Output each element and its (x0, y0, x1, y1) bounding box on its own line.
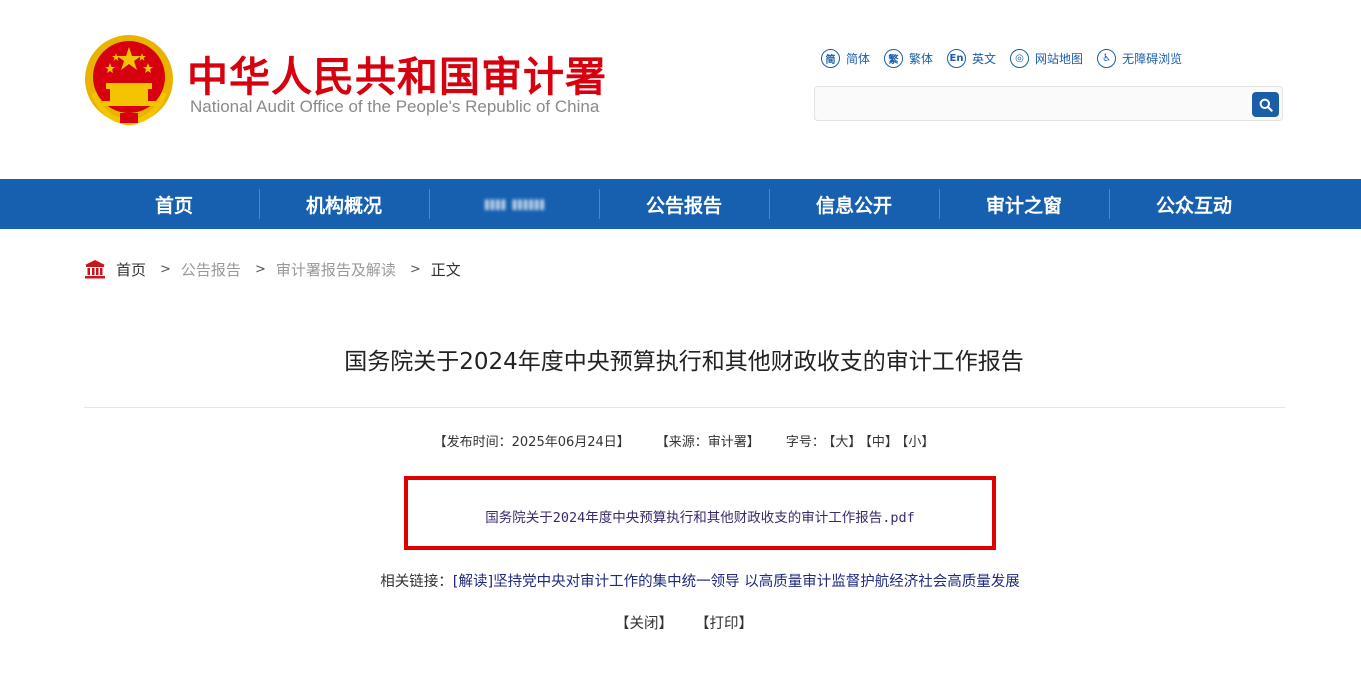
english-icon: En (947, 48, 967, 68)
nav-item-label: 公告报告 (645, 194, 722, 217)
breadcrumb-separator: > (409, 261, 421, 277)
font-size-medium-button[interactable]: 【中】 (865, 435, 898, 450)
nav-item-label: 信息公开 (815, 194, 892, 217)
related-link-interpretation[interactable]: [解读]坚持党中央对审计工作的集中统一领导 以高质量审计监督护航经济社会高质量发… (453, 574, 1020, 590)
top-link-simplified[interactable]: 简 简体 (821, 48, 871, 68)
title-divider (84, 407, 1285, 408)
article-actions: 【关闭】 【打印】 (0, 612, 1361, 633)
search-input[interactable] (815, 87, 1245, 120)
related-label: 相关链接： (380, 574, 453, 590)
article-meta: 【发布时间：2025年06月24日】 【来源：审计署】 字号： 【大】 【中】 【小】 (0, 431, 1361, 450)
close-button[interactable]: 【关闭】 (615, 616, 673, 632)
traditional-chinese-icon: 繁 (884, 48, 904, 68)
related-links: 相关链接：[解读]坚持党中央对审计工作的集中统一领导 以高质量审计监督护航经济社… (0, 570, 1361, 591)
font-size-large-button[interactable]: 【大】 (829, 435, 862, 450)
font-size-label: 字号： (785, 435, 825, 450)
nav-items: 首页 机构概况 ıııı ıııııı 公告报告 信息公开 审计之窗 公众互动 (89, 179, 1279, 229)
top-link-sitemap[interactable]: ◎ 网站地图 (1010, 48, 1084, 68)
pdf-attachment-link[interactable]: 国务院关于2024年度中央预算执行和其他财政收支的审计工作报告.pdf (404, 506, 996, 526)
breadcrumb-announcements[interactable]: 公告报告 (181, 259, 241, 280)
top-links: 简 简体 繁 繁体 En 英文 ◎ 网站地图 ♿ 无障碍浏览 (821, 48, 1196, 68)
nav-item-announcements[interactable]: 公告报告 (599, 179, 769, 229)
article-title: 国务院关于2024年度中央预算执行和其他财政收支的审计工作报告 (344, 349, 1024, 375)
top-link-traditional[interactable]: 繁 繁体 (884, 48, 934, 68)
site-subtitle: National Audit Office of the People's Re… (190, 97, 600, 116)
font-size-small-button[interactable]: 【小】 (902, 435, 935, 450)
site-title: 中华人民共和国审计署 (187, 53, 607, 101)
nav-item-obscured[interactable]: ıııı ıııııı (429, 179, 599, 229)
top-link-label: 网站地图 (1035, 51, 1084, 66)
sitemap-icon: ◎ (1010, 48, 1030, 68)
nav-item-organization[interactable]: 机构概况 (259, 179, 429, 229)
breadcrumb: 首页 > 公告报告 > 审计署报告及解读 > 正文 (84, 258, 461, 280)
publish-time: 【发布时间：2025年06月24日】 (433, 435, 630, 450)
accessibility-icon: ♿ (1097, 48, 1117, 68)
building-icon (85, 260, 105, 279)
top-link-accessibility[interactable]: ♿ 无障碍浏览 (1097, 48, 1183, 68)
article-source: 【来源：审计署】 (655, 435, 760, 450)
breadcrumb-separator: > (254, 261, 266, 277)
search-button[interactable] (1252, 92, 1279, 117)
nav-item-audit-window[interactable]: 审计之窗 (939, 179, 1109, 229)
nav-item-label: 审计之窗 (985, 194, 1062, 217)
nav-item-home[interactable]: 首页 (89, 179, 259, 229)
nav-item-label: ıııı ıııııı (483, 193, 546, 215)
nav-item-label: 首页 (154, 194, 193, 217)
site-header: 中华人民共和国审计署 National Audit Office of the … (0, 0, 1361, 179)
top-link-label: 无障碍浏览 (1122, 51, 1183, 66)
national-emblem-icon[interactable] (84, 33, 174, 127)
print-button[interactable]: 【打印】 (695, 616, 753, 632)
breadcrumb-current: 正文 (430, 260, 461, 279)
nav-item-disclosure[interactable]: 信息公开 (769, 179, 939, 229)
breadcrumb-reports[interactable]: 审计署报告及解读 (276, 259, 396, 280)
breadcrumb-home[interactable]: 首页 (116, 259, 146, 280)
top-link-english[interactable]: En 英文 (947, 48, 997, 68)
top-link-label: 简体 (846, 51, 871, 66)
top-link-label: 繁体 (909, 51, 934, 66)
nav-item-label: 公众互动 (1155, 194, 1232, 217)
nav-item-public-interaction[interactable]: 公众互动 (1109, 179, 1279, 229)
simplified-chinese-icon: 简 (821, 48, 840, 68)
top-link-label: 英文 (972, 51, 997, 66)
nav-item-label: 机构概况 (305, 194, 382, 217)
main-nav: 首页 机构概况 ıııı ıııııı 公告报告 信息公开 审计之窗 公众互动 (0, 179, 1361, 229)
breadcrumb-separator: > (160, 261, 171, 277)
search-icon (1259, 98, 1273, 112)
search-box (814, 86, 1283, 121)
